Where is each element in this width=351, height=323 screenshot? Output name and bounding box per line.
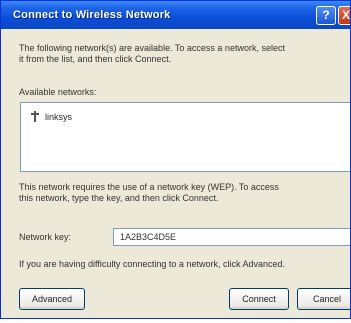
network-key-label: Network key:	[19, 232, 72, 242]
network-key-field[interactable]	[113, 228, 350, 246]
wireless-network-icon	[31, 111, 39, 122]
intro-line-2: it from the list, and then click Connect…	[19, 54, 172, 64]
close-button[interactable]: X	[338, 6, 350, 25]
window-title: Connect to Wireless Network	[13, 9, 171, 21]
wep-info-line-2: this network, type the key, and then cli…	[19, 193, 219, 203]
network-name: linksys	[45, 111, 73, 122]
list-item[interactable]: linksys	[31, 111, 72, 122]
help-text: If you are having difficulty connecting …	[19, 259, 285, 269]
advanced-button[interactable]: Advanced	[19, 288, 85, 310]
cancel-button[interactable]: Cancel	[297, 288, 350, 310]
connect-wireless-dialog: Connect to Wireless Network ? X The foll…	[0, 0, 351, 319]
intro-line-1: The following network(s) are available. …	[19, 43, 285, 53]
connect-button[interactable]: Connect	[229, 288, 289, 310]
available-networks-label: Available networks:	[19, 87, 97, 97]
help-button[interactable]: ?	[316, 6, 336, 25]
wep-info-line-1: This network requires the use of a netwo…	[19, 182, 279, 192]
networks-list[interactable]: linksys	[20, 102, 350, 172]
title-bar[interactable]: Connect to Wireless Network ? X	[1, 1, 350, 29]
